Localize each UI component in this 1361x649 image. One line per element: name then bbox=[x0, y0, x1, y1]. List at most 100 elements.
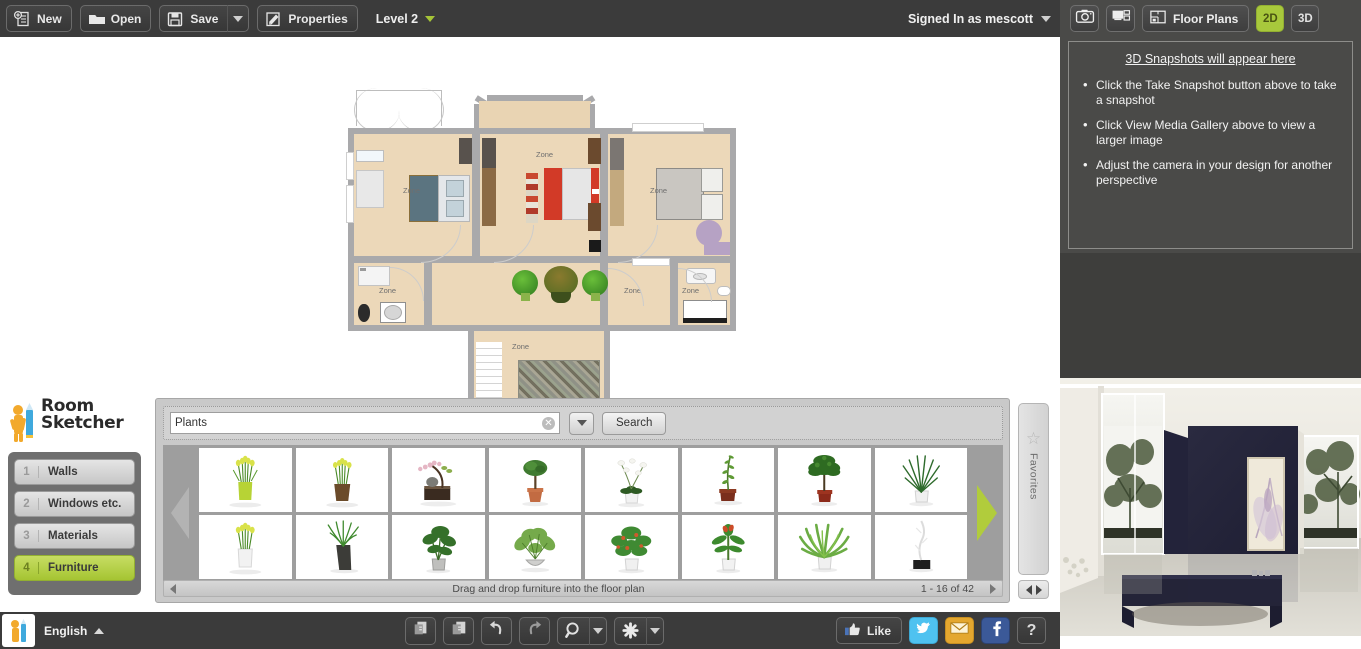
wardrobe-wood[interactable] bbox=[610, 170, 624, 226]
pillow[interactable] bbox=[446, 180, 464, 197]
list-item[interactable] bbox=[874, 514, 967, 579]
settings-tool-button[interactable] bbox=[614, 616, 664, 645]
furniture-item[interactable] bbox=[704, 242, 730, 255]
rug-striped[interactable] bbox=[526, 173, 538, 223]
shelf[interactable] bbox=[701, 194, 723, 220]
question-mark-icon: ? bbox=[1026, 621, 1037, 639]
carousel-next-button[interactable] bbox=[970, 445, 1003, 581]
new-button[interactable]: New bbox=[6, 5, 72, 32]
list-item[interactable] bbox=[488, 447, 581, 512]
toilet[interactable] bbox=[358, 304, 370, 322]
search-input[interactable] bbox=[175, 417, 555, 429]
floor-plans-button[interactable]: Floor Plans bbox=[1142, 5, 1250, 32]
step-number: 4 bbox=[15, 562, 39, 574]
search-input-wrapper[interactable]: ✕ bbox=[170, 412, 560, 434]
view-media-gallery-button[interactable] bbox=[1106, 5, 1135, 32]
open-button-label: Open bbox=[110, 11, 142, 26]
list-item[interactable] bbox=[295, 514, 388, 579]
redo-button[interactable] bbox=[519, 616, 550, 645]
furniture-item[interactable] bbox=[356, 150, 384, 162]
open-button[interactable]: Open bbox=[79, 5, 152, 32]
bed-throw[interactable] bbox=[544, 168, 563, 220]
furniture-item[interactable] bbox=[589, 240, 601, 252]
chevron-down-icon[interactable] bbox=[589, 616, 606, 645]
list-item[interactable] bbox=[874, 447, 967, 512]
pillow[interactable] bbox=[592, 189, 599, 194]
list-item[interactable] bbox=[681, 447, 774, 512]
zoom-tool-button[interactable] bbox=[557, 616, 607, 645]
list-item[interactable] bbox=[778, 514, 871, 579]
shower-basin bbox=[384, 305, 402, 320]
wardrobe-dark[interactable] bbox=[459, 138, 472, 164]
search-button[interactable]: Search bbox=[602, 411, 667, 435]
chevron-down-icon[interactable] bbox=[646, 616, 663, 645]
like-label: Like bbox=[866, 623, 891, 638]
view-3d-button[interactable]: 3D bbox=[1291, 5, 1320, 32]
wardrobe-wood[interactable] bbox=[588, 138, 601, 164]
list-item[interactable] bbox=[778, 447, 871, 512]
list-item[interactable] bbox=[585, 447, 678, 512]
save-button[interactable]: Save bbox=[159, 5, 228, 32]
yellow-tulips-brown-vase bbox=[325, 457, 358, 507]
wall-interior bbox=[670, 263, 678, 325]
toilet[interactable] bbox=[717, 286, 731, 296]
facebook-share-button[interactable] bbox=[981, 617, 1010, 644]
list-item[interactable] bbox=[488, 514, 581, 579]
wardrobe-wood[interactable] bbox=[588, 203, 601, 231]
wardrobe-dark[interactable] bbox=[482, 138, 496, 168]
search-filter-dropdown[interactable] bbox=[569, 411, 594, 435]
account-menu[interactable]: Signed In as mescott bbox=[908, 0, 1051, 37]
list-item[interactable] bbox=[199, 447, 292, 512]
wardrobe-dark[interactable] bbox=[610, 138, 624, 170]
list-item[interactable] bbox=[392, 447, 485, 512]
right-panel: 3D Snapshots will appear here Click the … bbox=[1060, 37, 1361, 649]
favorites-tab[interactable]: ☆ Favorites bbox=[1018, 403, 1049, 575]
wardrobe[interactable] bbox=[356, 170, 384, 208]
undo-button[interactable] bbox=[481, 616, 512, 645]
sidebar-item-furniture[interactable]: 4 Furniture bbox=[14, 555, 135, 581]
help-button[interactable]: ? bbox=[1017, 617, 1046, 644]
level-selector[interactable]: Level 2 bbox=[376, 12, 436, 26]
fan-palm-grey-bowl bbox=[513, 527, 555, 572]
facebook-like-button[interactable]: Like bbox=[835, 617, 902, 644]
copy-button[interactable] bbox=[405, 616, 436, 645]
step-label: Furniture bbox=[48, 562, 99, 574]
list-item[interactable] bbox=[585, 514, 678, 579]
dracaena-grey-pot bbox=[422, 525, 456, 573]
floor-plan-drawing[interactable]: Zone Zone Zone Zone Zone Zone Zone bbox=[346, 88, 738, 445]
close-icon[interactable]: ✕ bbox=[542, 417, 555, 430]
paste-button[interactable] bbox=[443, 616, 474, 645]
shelf[interactable] bbox=[701, 168, 723, 192]
wardrobe-wood[interactable] bbox=[482, 168, 496, 226]
wall-exterior-right bbox=[730, 128, 736, 331]
chevron-left-icon bbox=[1025, 584, 1032, 595]
bathtub-edge bbox=[683, 318, 727, 323]
sidebar-item-windows[interactable]: 2 Windows etc. bbox=[14, 491, 135, 517]
chevron-right-icon[interactable] bbox=[990, 583, 996, 594]
bathtub[interactable] bbox=[683, 300, 727, 320]
sidebar-item-walls[interactable]: 1 Walls bbox=[14, 459, 135, 485]
list-item[interactable] bbox=[681, 514, 774, 579]
pillow[interactable] bbox=[446, 200, 464, 217]
sidebar-item-materials[interactable]: 3 Materials bbox=[14, 523, 135, 549]
email-share-button[interactable] bbox=[945, 617, 974, 644]
panel-collapse-toggle[interactable] bbox=[1018, 580, 1049, 599]
carousel-prev-button[interactable] bbox=[163, 445, 196, 581]
window bbox=[346, 185, 354, 223]
list-item[interactable] bbox=[295, 447, 388, 512]
twitter-share-button[interactable] bbox=[909, 617, 938, 644]
language-selector[interactable]: English bbox=[44, 624, 105, 638]
chevron-down-icon bbox=[576, 420, 587, 426]
take-snapshot-button[interactable] bbox=[1070, 5, 1099, 32]
view-2d-button[interactable]: 2D bbox=[1256, 5, 1285, 32]
render-preview-image[interactable] bbox=[1060, 378, 1361, 649]
save-dropdown-button[interactable] bbox=[227, 5, 250, 32]
list-item[interactable] bbox=[199, 514, 292, 579]
properties-button[interactable]: Properties bbox=[257, 5, 358, 32]
window bbox=[346, 152, 354, 180]
boston-fern-white-pot bbox=[798, 523, 850, 572]
floor-plan-icon bbox=[1149, 9, 1167, 28]
window bbox=[632, 258, 670, 266]
list-item[interactable] bbox=[392, 514, 485, 579]
furniture-status-bar: Drag and drop furniture into the floor p… bbox=[163, 580, 1003, 597]
